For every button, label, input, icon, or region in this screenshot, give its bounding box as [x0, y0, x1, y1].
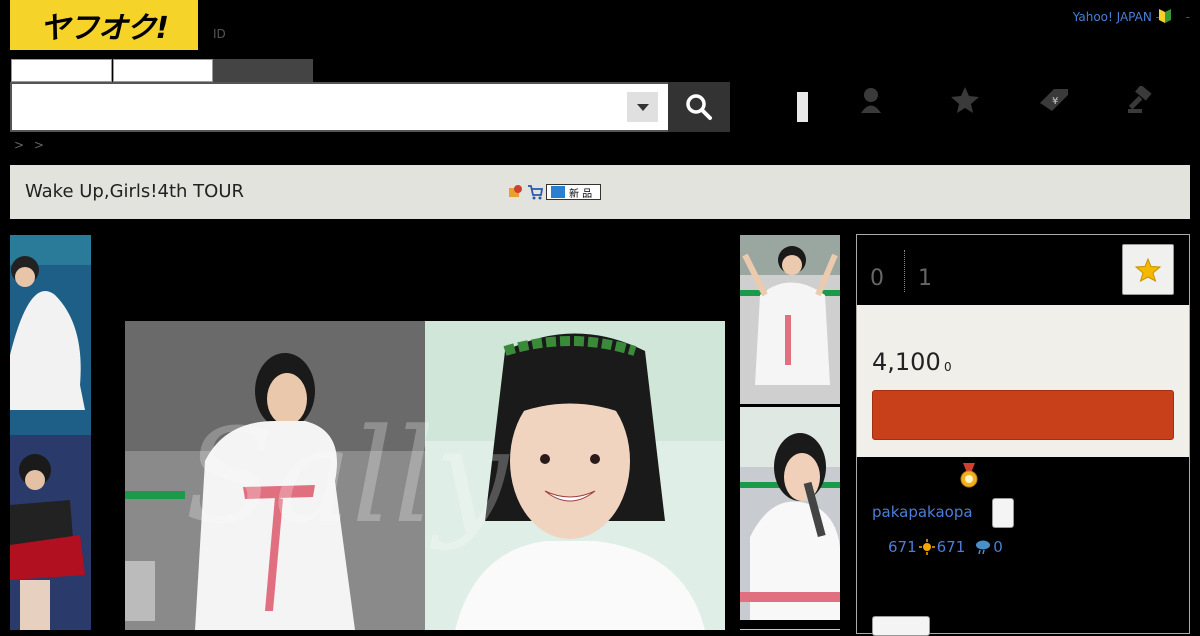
search-button[interactable]	[668, 82, 730, 132]
thumbnail-right-3[interactable]	[740, 622, 840, 630]
cart-icon	[528, 185, 543, 200]
shipping-icon	[509, 185, 522, 197]
rating-bad: 0	[993, 538, 1003, 556]
medal-icon	[958, 463, 980, 493]
seller-name-link[interactable]: pakapakaopa	[872, 503, 973, 521]
svg-text:¥: ¥	[1052, 96, 1058, 107]
search-tab-3[interactable]	[213, 59, 313, 82]
seller-menu-button[interactable]	[992, 498, 1014, 528]
new-item-badge: 新 品	[546, 184, 602, 200]
search-input[interactable]	[10, 82, 670, 132]
yahoo-japan-link[interactable]: Yahoo! JAPAN -	[1073, 10, 1160, 24]
item-badges: 新 品	[508, 184, 602, 200]
notification-bar-icon[interactable]	[797, 92, 808, 122]
tag-icon[interactable]: ¥	[1033, 80, 1073, 120]
svg-text:Sally: Sally	[185, 400, 510, 552]
star-icon[interactable]	[945, 80, 985, 120]
time-left: 1	[918, 266, 932, 291]
new-badge-label: 新 品	[569, 188, 593, 200]
login-id-link[interactable]: ID	[213, 27, 226, 41]
thumbnail-right-1[interactable]	[740, 235, 840, 404]
bid-button[interactable]	[872, 390, 1174, 440]
item-title: Wake Up,Girls!4th TOUR	[25, 181, 245, 202]
new-badge-icon	[551, 186, 565, 198]
header-separator-2: -	[1185, 10, 1190, 24]
yahoo-japan-label: Yahoo! JAPAN	[1072, 10, 1152, 24]
dropdown-icon[interactable]	[627, 92, 658, 122]
search-tab-1[interactable]	[11, 59, 112, 82]
breadcrumb[interactable]: > >	[14, 138, 47, 152]
star-icon	[1135, 257, 1161, 282]
thumbnail-left[interactable]	[10, 235, 91, 630]
yahuoku-logo[interactable]: ヤフオク!	[10, 0, 198, 50]
seller-rating[interactable]: 671 671 0	[888, 538, 1003, 556]
search-tab-2[interactable]	[113, 59, 213, 82]
user-icon[interactable]	[851, 80, 891, 120]
price-tax: 0	[944, 360, 952, 374]
rain-icon	[976, 540, 991, 555]
count-divider	[904, 250, 905, 292]
panel-bottom-button[interactable]	[872, 616, 930, 636]
bid-count: 0	[870, 266, 884, 291]
rating-good: 671	[936, 538, 966, 556]
search-icon	[686, 94, 712, 120]
logo-text: ヤフオク!	[39, 11, 169, 46]
rating-total: 671	[888, 538, 917, 556]
thumbnail-right-2[interactable]	[740, 407, 840, 620]
watchlist-button[interactable]	[1122, 244, 1174, 295]
gavel-icon[interactable]	[1122, 80, 1162, 120]
main-product-image[interactable]: Sally	[125, 321, 725, 630]
beginner-icon[interactable]	[1158, 8, 1172, 28]
sun-icon	[918, 539, 935, 555]
current-price: 4,100	[872, 348, 941, 376]
